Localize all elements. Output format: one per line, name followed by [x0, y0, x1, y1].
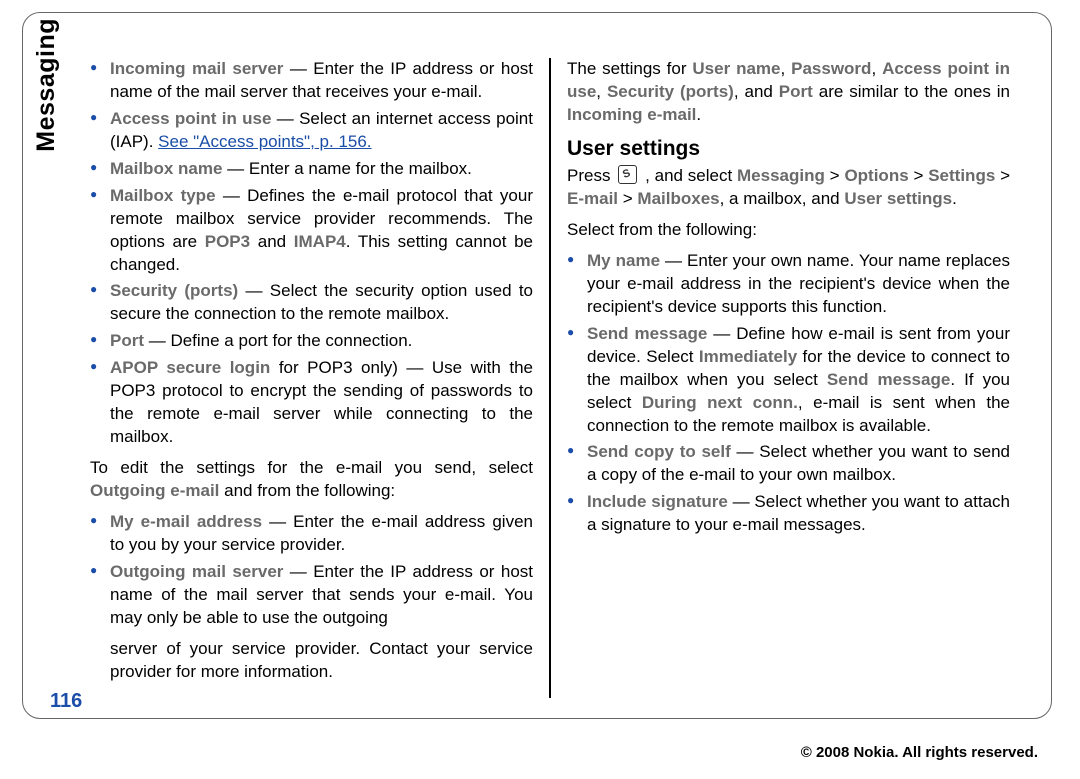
setting-label: Mailbox name	[110, 159, 222, 178]
similar-settings-para: The settings for User name, Password, Ac…	[567, 58, 1010, 127]
press-select-para: Press , and select Messaging > Options >…	[567, 165, 1010, 211]
select-from: Select from the following:	[567, 219, 1010, 242]
setting-label: My e-mail address	[110, 512, 262, 531]
list-item: Include signature — Select whether you w…	[567, 491, 1010, 537]
setting-label: Access point in use	[110, 109, 271, 128]
setting-label: Send message	[587, 324, 707, 343]
list-item: APOP secure login for POP3 only) — Use w…	[90, 357, 533, 449]
section-tab: Messaging	[32, 18, 66, 152]
page-content: Incoming mail server — Enter the IP addr…	[90, 58, 1010, 698]
page-number: 116	[50, 690, 82, 713]
list-item: My name — Enter your own name. Your name…	[567, 250, 1010, 319]
carry-over: server of your service provider. Contact…	[90, 638, 533, 684]
setting-label: APOP secure login	[110, 358, 270, 377]
list-item: Access point in use — Select an internet…	[90, 108, 533, 154]
copyright: © 2008 Nokia. All rights reserved.	[801, 744, 1038, 761]
setting-label: My name	[587, 251, 660, 270]
setting-label: Outgoing mail server	[110, 562, 283, 581]
subheading-user-settings: User settings	[567, 135, 1010, 163]
settings-list-1: Incoming mail server — Enter the IP addr…	[90, 58, 533, 449]
setting-label: Include signature	[587, 492, 728, 511]
list-item: Send message — Define how e-mail is sent…	[567, 323, 1010, 438]
setting-label: Incoming mail server	[110, 59, 283, 78]
list-item: Outgoing mail server — Enter the IP addr…	[90, 561, 533, 630]
menu-key-icon	[618, 165, 637, 184]
list-item: Incoming mail server — Enter the IP addr…	[90, 58, 533, 104]
cross-ref-link[interactable]: See "Access points", p. 156.	[158, 132, 371, 151]
list-item: Security (ports) — Select the security o…	[90, 280, 533, 326]
user-settings-list: My name — Enter your own name. Your name…	[567, 250, 1010, 537]
settings-list-2: My e-mail address — Enter the e-mail add…	[90, 511, 533, 630]
list-item: Send copy to self — Select whether you w…	[567, 441, 1010, 487]
list-item: My e-mail address — Enter the e-mail add…	[90, 511, 533, 557]
list-item: Mailbox type — Defines the e-mail protoc…	[90, 185, 533, 277]
list-item: Mailbox name — Enter a name for the mail…	[90, 158, 533, 181]
outgoing-para: To edit the settings for the e-mail you …	[90, 457, 533, 503]
setting-text: — Enter a name for the mailbox.	[222, 159, 471, 178]
setting-label: Send copy to self	[587, 442, 731, 461]
setting-label: Mailbox type	[110, 186, 216, 205]
setting-label: Port	[110, 331, 144, 350]
list-item: Port — Define a port for the connection.	[90, 330, 533, 353]
setting-label: Security (ports)	[110, 281, 238, 300]
